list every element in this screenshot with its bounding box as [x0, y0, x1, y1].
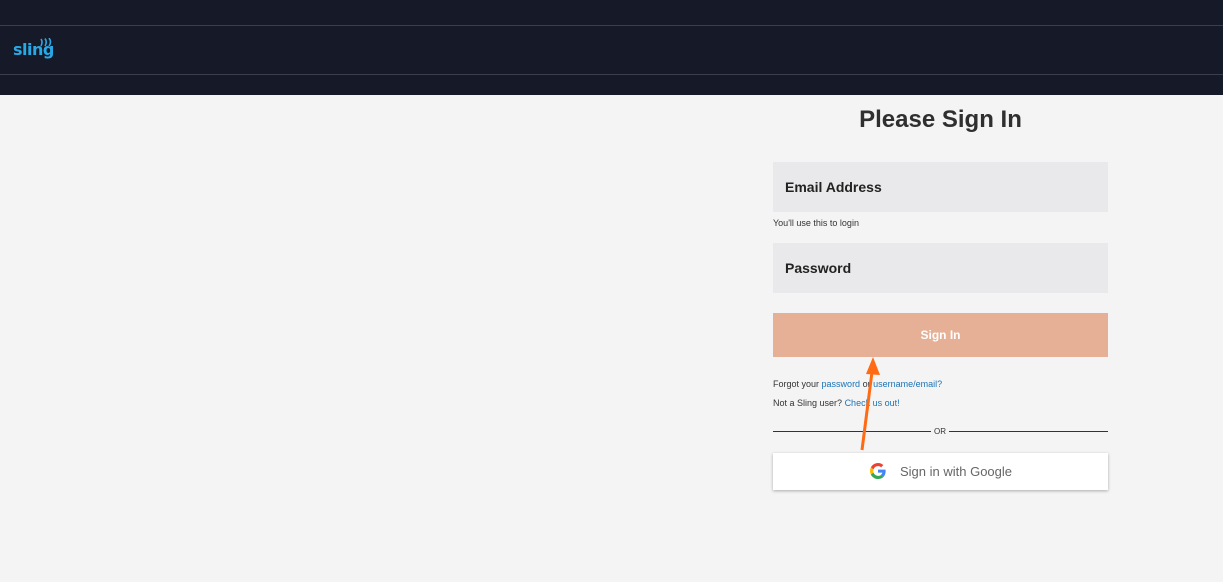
not-user-prefix: Not a Sling user? [773, 398, 843, 408]
forgot-credentials-text: Forgot your password or username/email? [773, 379, 942, 389]
divider-line-right [949, 431, 1108, 432]
top-header-bar: sling [0, 0, 1223, 95]
google-signin-label: Sign in with Google [900, 464, 1013, 479]
password-field[interactable] [773, 243, 1108, 293]
forgot-prefix: Forgot your [773, 379, 820, 389]
sling-logo[interactable]: sling [13, 38, 55, 62]
google-signin-button[interactable]: Sign in with Google [773, 453, 1108, 490]
forgot-password-link[interactable]: password [822, 379, 861, 389]
header-divider-bottom [0, 74, 1223, 75]
check-us-out-link[interactable]: Check us out! [845, 398, 900, 408]
email-hint: You'll use this to login [773, 218, 859, 228]
google-g-icon [870, 463, 886, 479]
signal-waves-icon [40, 38, 52, 47]
header-divider-top [0, 25, 1223, 26]
sign-in-button[interactable]: Sign In [773, 313, 1108, 357]
forgot-or: or [862, 379, 871, 389]
divider-or-label: OR [934, 427, 946, 436]
or-divider: OR [773, 427, 1108, 437]
email-field[interactable] [773, 162, 1108, 212]
not-user-text: Not a Sling user? Check us out! [773, 398, 900, 408]
forgot-username-link[interactable]: username/email? [873, 379, 942, 389]
divider-line-left [773, 431, 931, 432]
page-title: Please Sign In [859, 106, 1022, 133]
